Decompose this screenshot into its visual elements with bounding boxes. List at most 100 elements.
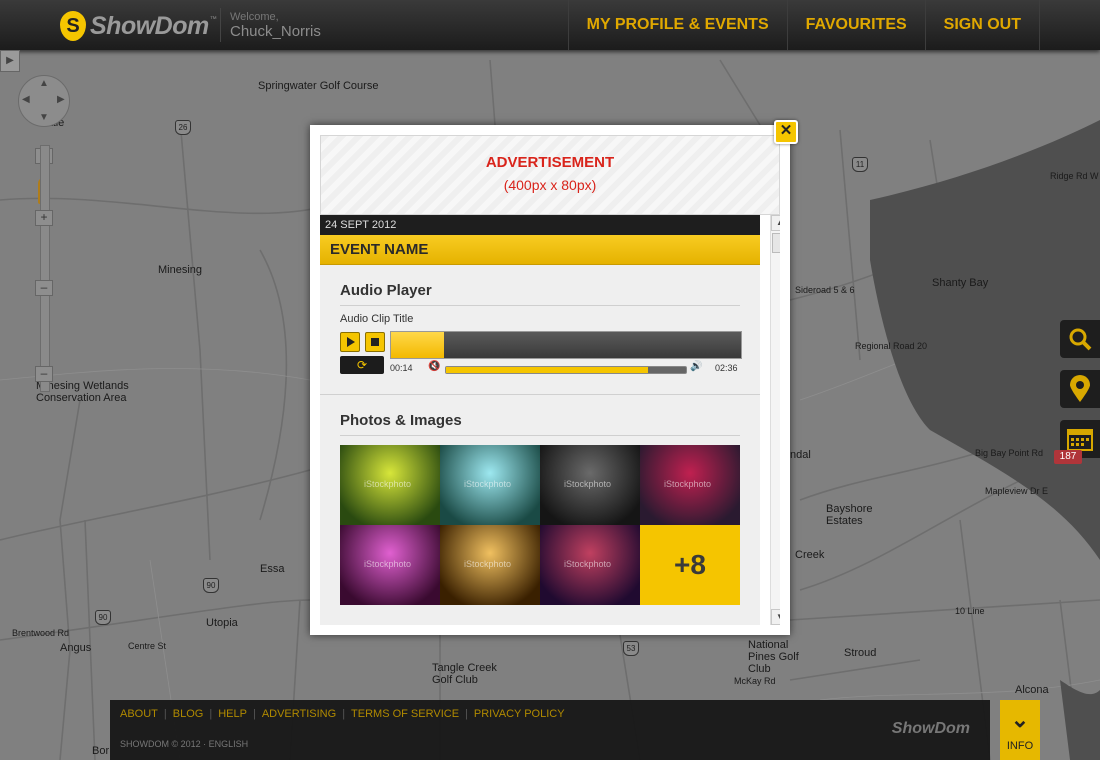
nav-my-profile-events[interactable]: MY PROFILE & EVENTS: [567, 0, 787, 50]
loop-icon: ⟳: [356, 358, 368, 372]
road-shield: 26: [175, 120, 191, 135]
header-divider: [220, 8, 221, 42]
audio-clip-title: Audio Clip Title: [340, 313, 414, 325]
map-label: Creek: [795, 549, 825, 561]
event-name: EVENT NAME: [320, 235, 760, 265]
map-label: Springwater Golf Course: [258, 80, 379, 92]
welcome-label: Welcome,: [230, 11, 279, 23]
search-button[interactable]: [1060, 320, 1100, 358]
section-divider: [340, 435, 740, 436]
map-label: Mapleview Dr E: [985, 486, 1049, 496]
top-bar: S ShowDom ™ Welcome, Chuck_Norris MY PRO…: [0, 0, 1100, 50]
map-label: McKay Rd: [734, 676, 776, 686]
pan-control[interactable]: ▲ ▼ ◀ ▶: [18, 75, 70, 127]
map-label: National Pines Golf Club: [748, 639, 799, 675]
road-shield: 90: [203, 578, 219, 593]
location-button[interactable]: [1060, 370, 1100, 408]
play-button[interactable]: [340, 332, 360, 352]
footer-link-terms[interactable]: TERMS OF SERVICE: [351, 708, 459, 720]
zoom-out-button[interactable]: –: [35, 366, 53, 382]
main-nav: MY PROFILE & EVENTS FAVOURITES SIGN OUT: [567, 0, 1040, 50]
section-separator: [320, 394, 760, 395]
advertisement-banner[interactable]: ADVERTISEMENT (400px x 80px): [320, 135, 780, 215]
nav-sign-out[interactable]: SIGN OUT: [924, 0, 1040, 50]
calendar-icon: [1067, 429, 1093, 451]
road-shield: 53: [623, 641, 639, 656]
map-label: Big Bay Point Rd: [975, 448, 1044, 458]
scroll-thumb[interactable]: [772, 233, 780, 253]
footer-links: ABOUT | BLOG | HELP | ADVERTISING | TERMS OF…: [120, 708, 565, 720]
scroll-down-icon[interactable]: ▼: [771, 609, 780, 625]
play-icon: [347, 337, 355, 347]
photo-watermark: iStockphoto: [564, 559, 612, 569]
footer-link-help[interactable]: HELP: [218, 708, 247, 720]
mute-icon[interactable]: 🔇: [428, 361, 440, 372]
map-label: 10 Line: [955, 606, 985, 616]
photo-thumbnail[interactable]: iStockphoto: [540, 445, 640, 525]
footer-separator: |: [209, 708, 213, 720]
footer-separator: |: [252, 708, 256, 720]
event-content: 24 SEPT 2012 EVENT NAME Audio Player Aud…: [320, 215, 780, 625]
photo-thumbnail[interactable]: iStockphoto: [340, 525, 440, 605]
photo-watermark: iStockphoto: [464, 479, 512, 489]
nav-favourites[interactable]: FAVOURITES: [786, 0, 925, 50]
total-time: 02:36: [715, 363, 738, 373]
photo-watermark: iStockphoto: [464, 559, 512, 569]
logo-s-icon: S: [60, 11, 86, 41]
footer-link-advertising[interactable]: ADVERTISING: [262, 708, 336, 720]
photo-grid: iStockphoto iStockphoto iStockphoto iSto…: [340, 445, 740, 605]
loop-button[interactable]: ⟳: [340, 356, 384, 374]
map-pin-icon: [1070, 375, 1090, 402]
zoom-level-handle[interactable]: –: [35, 280, 53, 296]
showdom-logo[interactable]: S ShowDom ™: [60, 10, 217, 42]
ad-size: (400px x 80px): [503, 177, 597, 193]
zoom-slider[interactable]: [40, 145, 50, 392]
map-label: Bor: [92, 745, 110, 757]
zoom-in-button[interactable]: +: [35, 210, 53, 226]
map-label: ndal: [790, 449, 811, 461]
more-photos-button[interactable]: +8: [640, 525, 740, 605]
current-time: 00:14: [390, 363, 413, 373]
close-icon: ✕: [779, 122, 793, 139]
map-label: Bayshore Estates: [826, 503, 873, 527]
road-shield: 11: [852, 157, 868, 172]
photos-section-title: Photos & Images: [340, 412, 462, 429]
info-button[interactable]: ⌄ INFO: [1000, 700, 1040, 760]
map-label: Brentwood Rd: [12, 628, 70, 638]
panel-toggle-button[interactable]: ▶: [0, 50, 20, 72]
playback-progress-fill: [446, 367, 648, 373]
footer-link-privacy[interactable]: PRIVACY POLICY: [474, 708, 565, 720]
map-label: Stroud: [844, 647, 877, 659]
road-shield: 90: [95, 610, 111, 625]
audio-waveform-track[interactable]: [390, 331, 742, 359]
close-modal-button[interactable]: ✕: [774, 120, 798, 144]
pan-down-icon[interactable]: ▼: [39, 112, 49, 123]
photo-watermark: iStockphoto: [564, 479, 612, 489]
photo-thumbnail[interactable]: iStockphoto: [340, 445, 440, 525]
playback-progress-bar[interactable]: [445, 366, 687, 374]
stop-button[interactable]: [365, 332, 385, 352]
footer-link-blog[interactable]: BLOG: [173, 708, 204, 720]
footer-link-about[interactable]: ABOUT: [120, 708, 158, 720]
volume-icon[interactable]: 🔊: [690, 361, 702, 372]
map-label: Alcona: [1015, 684, 1049, 696]
event-date: 24 SEPT 2012: [320, 215, 760, 235]
info-label: INFO: [1006, 740, 1034, 752]
map-label: Minesing Wetlands Conservation Area: [36, 380, 129, 404]
footer-separator: |: [342, 708, 346, 720]
pan-left-icon[interactable]: ◀: [22, 94, 30, 105]
photo-thumbnail[interactable]: iStockphoto: [640, 445, 740, 525]
photo-thumbnail[interactable]: iStockphoto: [440, 525, 540, 605]
map-label: Angus: [60, 642, 92, 654]
username: Chuck_Norris: [230, 23, 321, 40]
event-count-badge[interactable]: 187: [1054, 450, 1082, 464]
photo-thumbnail[interactable]: iStockphoto: [440, 445, 540, 525]
photo-thumbnail[interactable]: iStockphoto: [540, 525, 640, 605]
chevron-down-icon: ⌄: [1010, 707, 1030, 732]
content-scrollbar[interactable]: ▲ ▼: [770, 215, 780, 625]
footer-copyright: SHOWDOM © 2012 · ENGLISH: [120, 739, 249, 749]
map-label: Utopia: [206, 617, 238, 629]
pan-up-icon[interactable]: ▲: [39, 78, 49, 89]
pan-right-icon[interactable]: ▶: [57, 94, 65, 105]
scroll-up-icon[interactable]: ▲: [771, 215, 780, 231]
